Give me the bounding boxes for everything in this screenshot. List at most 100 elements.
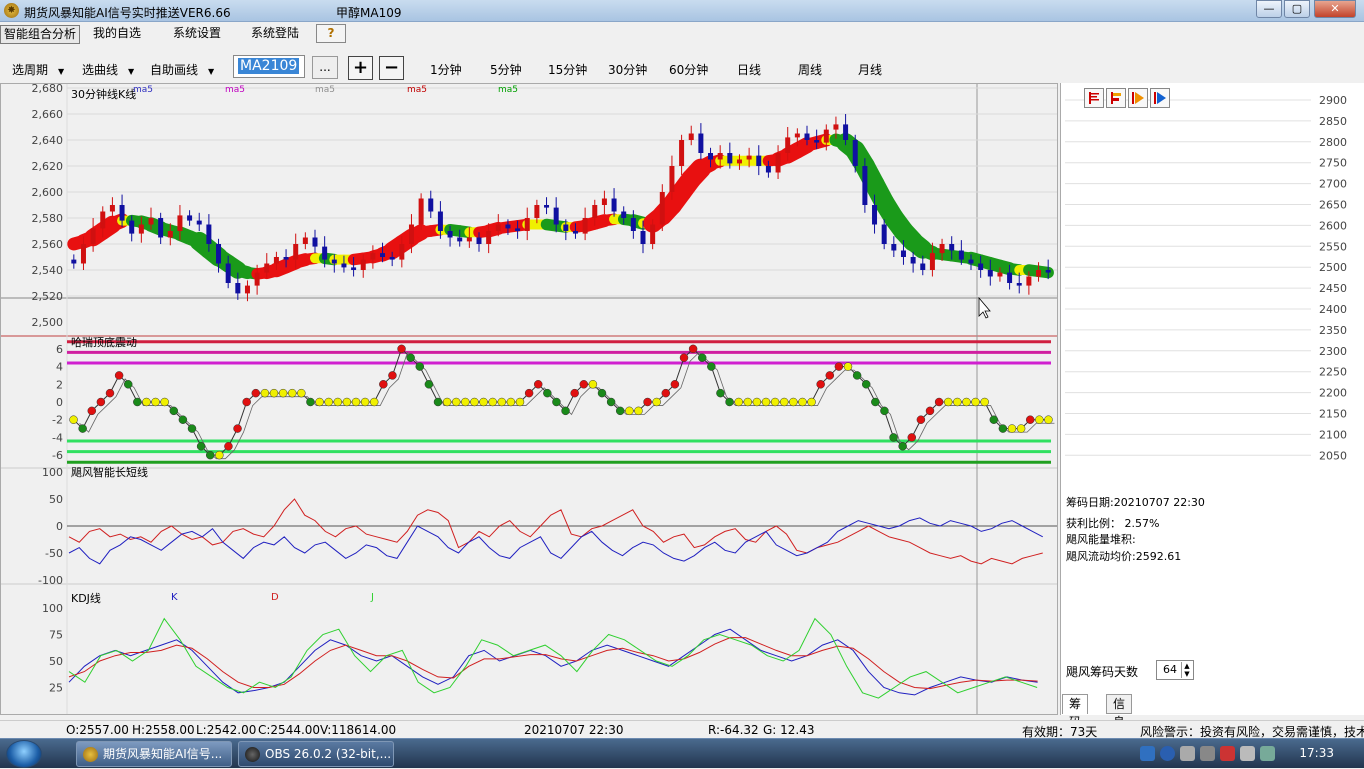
taskbar: 期货风暴知能AI信号... OBS 26.0.2 (32-bit,... 17:… xyxy=(0,738,1364,768)
kline-y-tick: 2,580 xyxy=(32,212,64,225)
contract-title: 甲醇MA109 xyxy=(336,6,402,20)
flag-icon[interactable] xyxy=(1220,746,1235,761)
minimize-button[interactable]: — xyxy=(1256,0,1282,18)
display-icon[interactable] xyxy=(1260,746,1275,761)
draw-select[interactable]: 自助画线 ▼ xyxy=(150,61,214,78)
osc-y-tick: 0 xyxy=(56,396,63,409)
trend-y-tick: 100 xyxy=(42,466,63,479)
osc-point xyxy=(388,371,397,380)
osc-point xyxy=(351,397,361,407)
period-15min[interactable]: 15分钟 xyxy=(548,61,587,78)
menu-settings[interactable]: 系统设置 xyxy=(170,25,224,44)
candle-body xyxy=(235,283,241,294)
zoom-out-button[interactable]: − xyxy=(379,56,404,80)
maximize-button[interactable]: ▢ xyxy=(1284,0,1310,18)
candle-body xyxy=(978,263,984,270)
chip-price-tick: 2650 xyxy=(1319,199,1347,212)
candle-body xyxy=(688,133,694,140)
candle-body xyxy=(881,224,887,244)
kdj-y-tick: 50 xyxy=(49,655,63,668)
osc-point xyxy=(980,397,989,407)
period-60min[interactable]: 60分钟 xyxy=(669,61,708,78)
osc-point xyxy=(187,424,197,433)
osc-point xyxy=(798,397,807,407)
volume-icon[interactable] xyxy=(1200,746,1215,761)
contract-browse-button[interactable]: ... xyxy=(312,56,338,79)
candle-body xyxy=(331,259,337,264)
period-monthly[interactable]: 月线 xyxy=(858,61,882,78)
tab-info[interactable]: 信息 xyxy=(1106,694,1133,729)
chip-price-tick: 2350 xyxy=(1319,324,1347,337)
contract-input[interactable]: MA2109 xyxy=(233,55,305,78)
candle-body xyxy=(949,244,955,251)
chip-days-stepper[interactable]: 64 ▲ ▼ xyxy=(1156,660,1194,680)
profit-ratio: 获利比例： 2.57% xyxy=(1066,517,1160,530)
help-button[interactable]: ? xyxy=(316,24,346,43)
osc-point xyxy=(224,442,233,451)
period-daily[interactable]: 日线 xyxy=(737,61,761,78)
osc-point xyxy=(461,397,470,407)
period-30min[interactable]: 30分钟 xyxy=(608,61,647,78)
candle-body xyxy=(601,198,607,205)
menu-smart-analysis[interactable]: 智能组合分析 xyxy=(0,25,81,44)
chip-price-tick: 2850 xyxy=(1319,115,1347,128)
zoom-in-button[interactable]: + xyxy=(348,56,373,80)
menu-bar: 智能组合分析 我的自选 系统设置 系统登陆 ? xyxy=(0,22,1364,46)
candle-body xyxy=(630,218,636,231)
osc-lines xyxy=(67,340,1055,464)
kline-y-tick: 2,680 xyxy=(32,84,64,95)
tab-chip[interactable]: 筹码 xyxy=(1062,694,1089,729)
stepper-arrows-icon[interactable]: ▲ ▼ xyxy=(1181,662,1192,678)
candle-body xyxy=(90,228,96,244)
flag-bars-icon[interactable] xyxy=(1106,88,1126,108)
candle-body xyxy=(1016,283,1022,286)
osc-point xyxy=(297,388,306,398)
taskbar-app-futures[interactable]: 期货风暴知能AI信号... xyxy=(76,741,232,767)
candle-body xyxy=(428,198,434,212)
help-icon[interactable] xyxy=(1160,746,1175,761)
kdj-y-tick: 25 xyxy=(49,682,63,695)
osc-point xyxy=(989,415,999,424)
network-icon[interactable] xyxy=(1140,746,1155,761)
period-select[interactable]: 选周期 ▼ xyxy=(12,61,64,78)
keyboard-icon[interactable] xyxy=(1240,746,1255,761)
start-button[interactable] xyxy=(6,740,42,768)
osc-point xyxy=(406,353,415,362)
period-5min[interactable]: 5分钟 xyxy=(490,61,522,78)
osc-point xyxy=(898,442,907,451)
menu-my-watchlist[interactable]: 我的自选 xyxy=(90,25,144,44)
close-button[interactable]: ✕ xyxy=(1314,0,1356,18)
osc-point xyxy=(1016,424,1026,433)
chip-price-tick: 2400 xyxy=(1319,303,1347,316)
chip-days-label: 飓风筹码天数 xyxy=(1066,665,1139,679)
candle-body xyxy=(823,129,829,143)
menu-login[interactable]: 系统登陆 xyxy=(248,25,302,44)
candle-body xyxy=(987,270,993,277)
period-1min[interactable]: 1分钟 xyxy=(430,61,462,78)
play-orange-icon[interactable] xyxy=(1128,88,1148,108)
osc-point xyxy=(625,406,634,416)
taskbar-app-obs[interactable]: OBS 26.0.2 (32-bit,... xyxy=(238,741,394,767)
candle-body xyxy=(852,140,858,166)
osc-point xyxy=(1035,415,1044,424)
osc-point xyxy=(506,397,516,407)
chart-area[interactable]: 2,680 2,660 2,640 2,620 2,600 2,580 2,560 2,540… xyxy=(0,82,1058,715)
tray-app-icon[interactable] xyxy=(1180,746,1195,761)
curve-select[interactable]: 选曲线 ▼ xyxy=(82,61,134,78)
candle-body xyxy=(785,137,791,153)
taskbar-app-obs-label: OBS 26.0.2 (32-bit,... xyxy=(265,747,392,761)
charts-svg[interactable]: 2,680 2,660 2,640 2,620 2,600 2,580 2,560 2,540… xyxy=(1,82,1057,714)
osc-point xyxy=(424,380,434,389)
osc-point xyxy=(269,388,279,398)
chip-price-tick: 2250 xyxy=(1319,366,1347,379)
flag-red-icon[interactable] xyxy=(1084,88,1104,108)
osc-point xyxy=(1007,424,1017,433)
play-blue-icon[interactable] xyxy=(1150,88,1170,108)
candle-body xyxy=(399,244,405,260)
candle-body xyxy=(515,228,521,231)
period-weekly[interactable]: 周线 xyxy=(798,61,822,78)
status-close: C:2544.00 xyxy=(258,723,321,737)
candle-body xyxy=(621,211,627,218)
status-open: O:2557.00 xyxy=(66,723,129,737)
osc-point xyxy=(242,397,251,407)
